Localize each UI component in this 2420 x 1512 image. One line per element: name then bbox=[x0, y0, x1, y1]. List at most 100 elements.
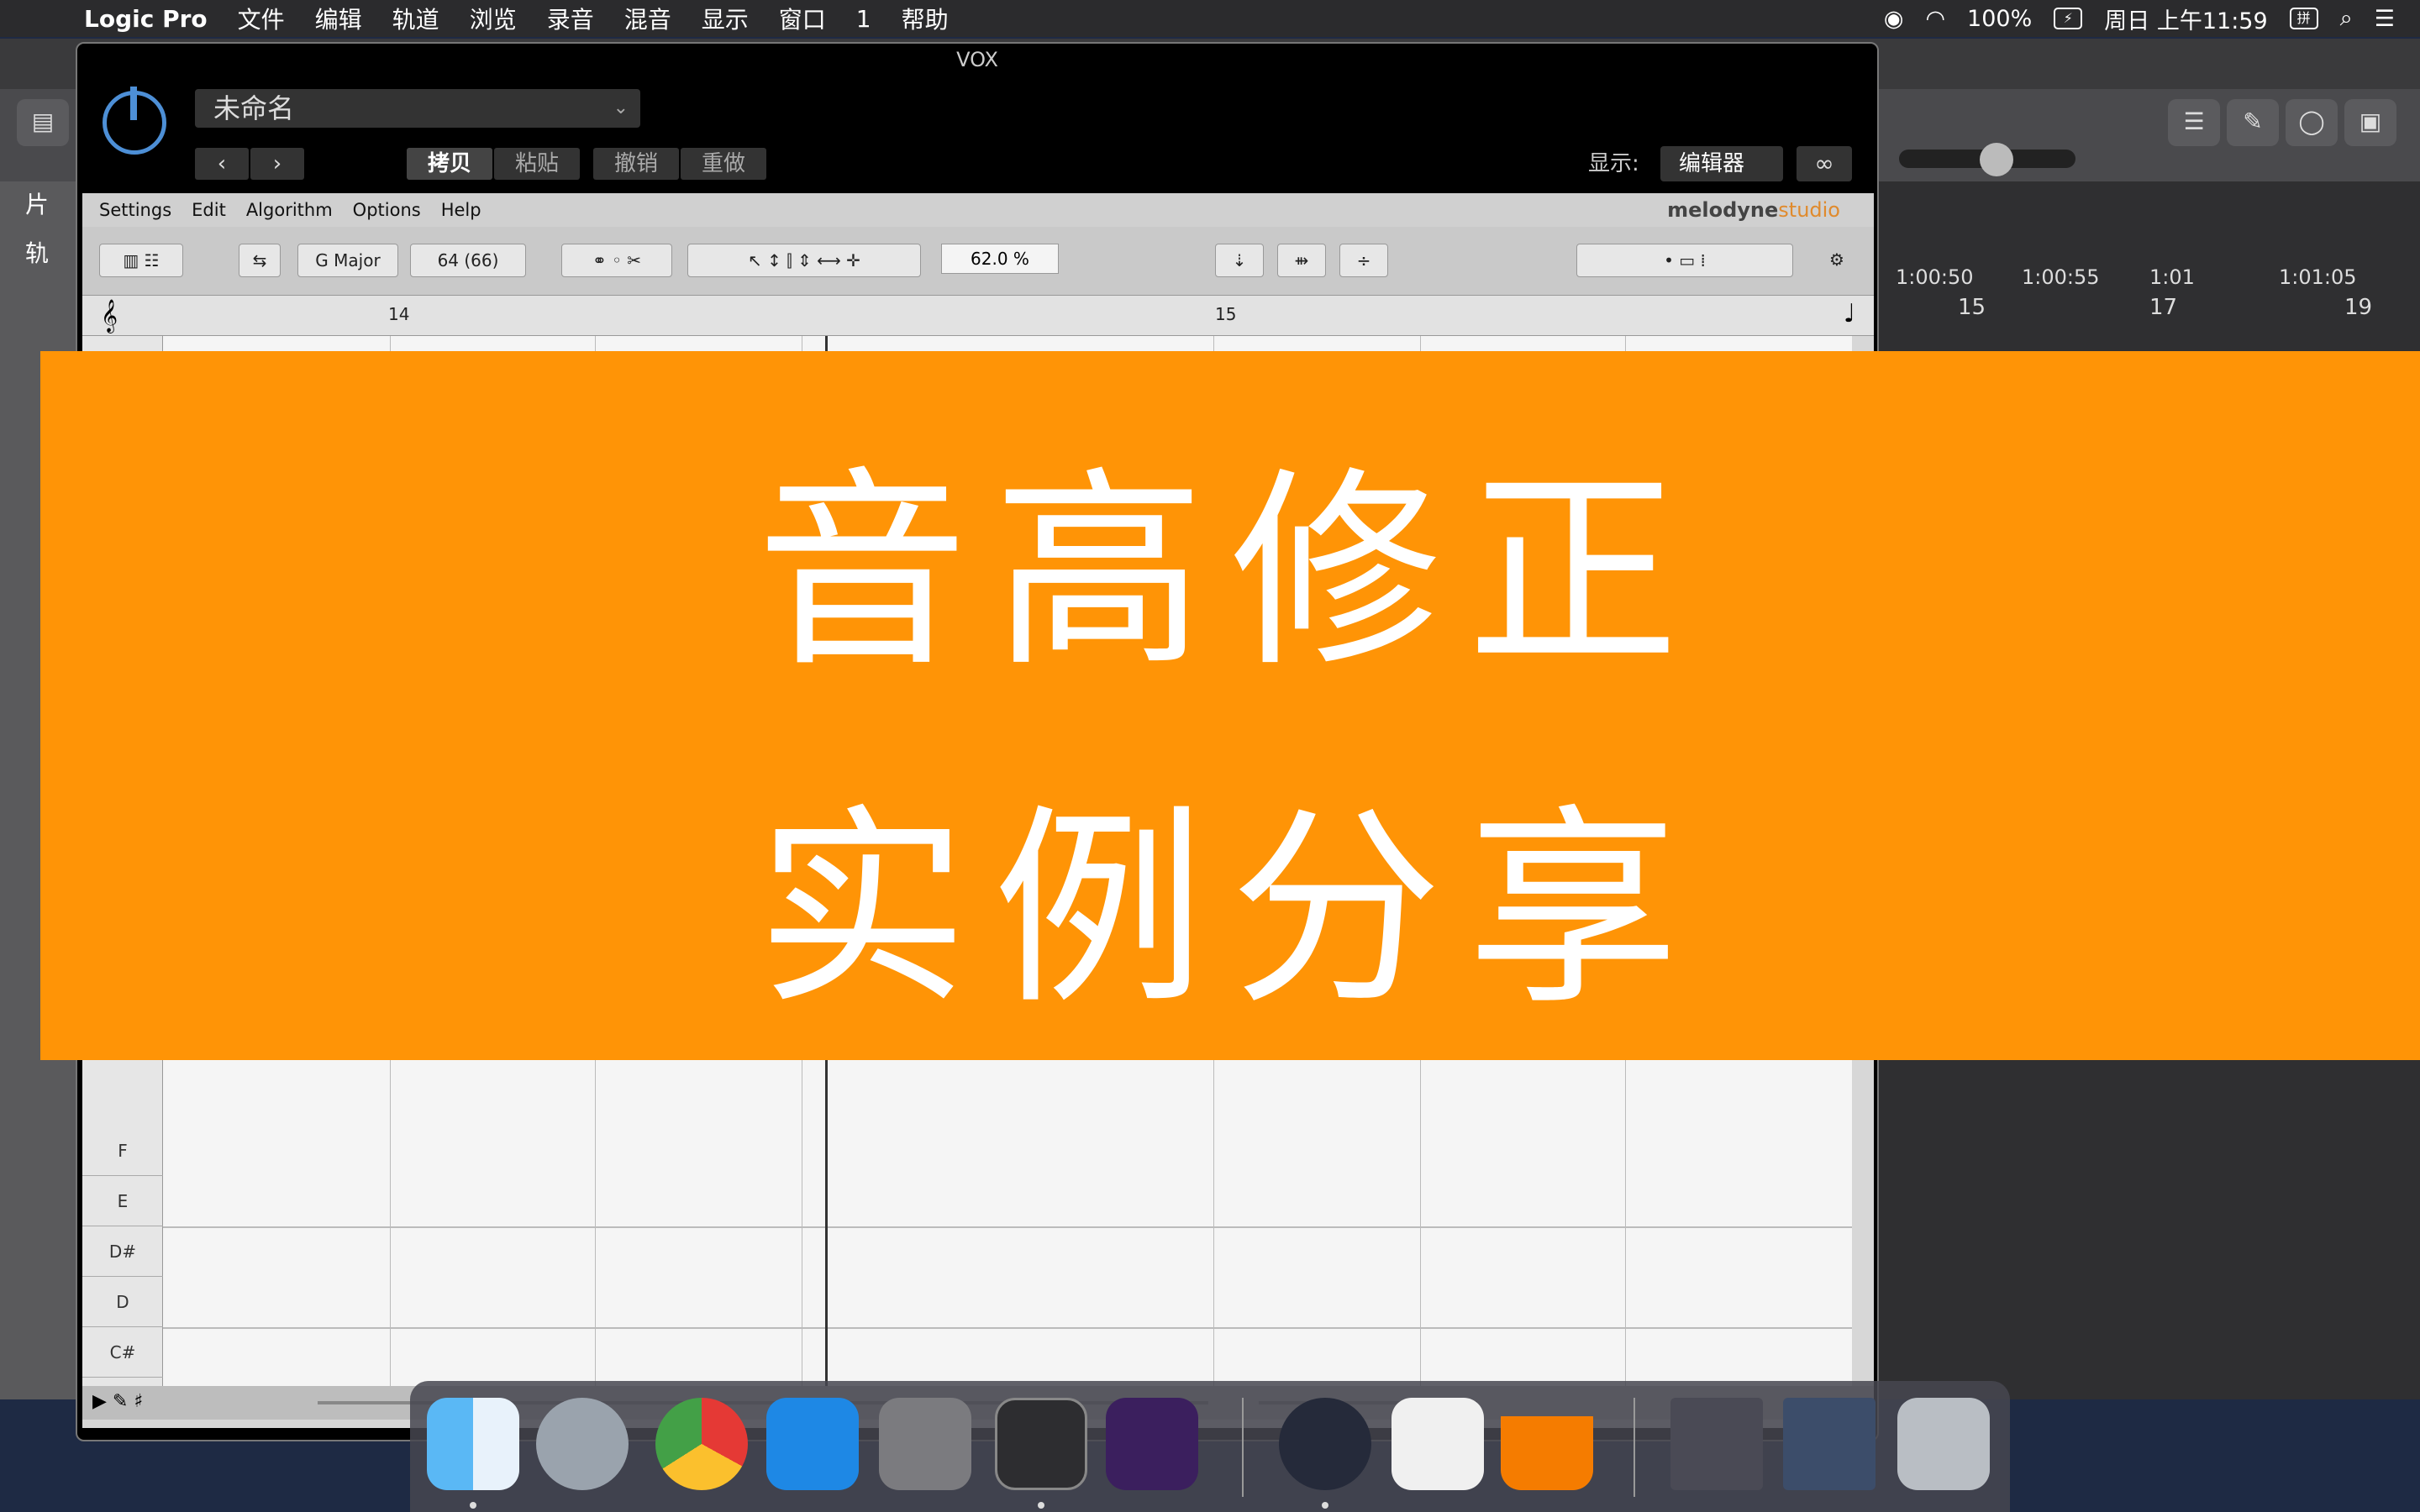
menu-algorithm[interactable]: Algorithm bbox=[246, 200, 333, 220]
obs-status-icon[interactable]: ◉ bbox=[1884, 6, 1904, 32]
piano-key[interactable]: F bbox=[82, 1126, 163, 1176]
zoom-slider[interactable]: • ▭ ⁞ bbox=[1576, 244, 1793, 277]
redo-button[interactable]: 重做 bbox=[681, 148, 766, 180]
input-method-icon[interactable]: 拼 bbox=[2289, 8, 2318, 29]
settings-gear-icon[interactable]: ⚙ bbox=[1822, 244, 1852, 277]
undo-button[interactable]: 撤销 bbox=[593, 148, 679, 180]
dock-separator bbox=[1242, 1398, 1244, 1497]
menu-app-name[interactable]: Logic Pro bbox=[84, 5, 208, 33]
menu-edit[interactable]: 编辑 bbox=[315, 2, 362, 35]
bar-number: 14 bbox=[388, 304, 410, 324]
link-icon[interactable]: ∞ bbox=[1797, 146, 1852, 181]
melodyne-ruler: 𝄞 14 15 ♩ bbox=[82, 296, 1874, 336]
power-icon[interactable] bbox=[103, 87, 166, 155]
master-volume-knob[interactable] bbox=[1980, 143, 2013, 176]
menu-options[interactable]: Options bbox=[353, 200, 421, 220]
time-label: 1:00:55 bbox=[2022, 265, 2100, 289]
edit-tools-icon[interactable]: ↖ ↕ ⫿ ⇕ ⟷ ✛ bbox=[687, 244, 921, 277]
key-field[interactable]: G Major bbox=[297, 244, 398, 277]
link-app-icon[interactable] bbox=[1392, 1398, 1484, 1490]
plugin-title: VOX bbox=[956, 48, 998, 71]
correct-pitch-icon[interactable]: ⇣ bbox=[1215, 244, 1264, 277]
menu-bar: Logic Pro 文件 编辑 轨道 浏览 录音 混音 显示 窗口 1 帮助 ◉… bbox=[0, 0, 2420, 37]
battery-icon[interactable]: ⚡ bbox=[2054, 8, 2083, 29]
menu-track[interactable]: 轨道 bbox=[392, 2, 439, 35]
launchpad-icon[interactable] bbox=[536, 1398, 629, 1490]
chevron-down-icon: ⌄ bbox=[613, 97, 629, 118]
scale-icon[interactable]: ⇆ bbox=[239, 244, 281, 277]
menu-view[interactable]: 显示 bbox=[702, 2, 749, 35]
menu-window[interactable]: 窗口 bbox=[779, 2, 826, 35]
library-icon[interactable]: ▤ bbox=[17, 99, 69, 146]
menu-browse[interactable]: 浏览 bbox=[470, 2, 517, 35]
piano-key[interactable]: E bbox=[82, 1176, 163, 1226]
view-toggle-icon[interactable]: ▥ ☷ bbox=[99, 244, 183, 277]
title-banner: 音高修正 实例分享 bbox=[40, 351, 2420, 1060]
pitch-line bbox=[163, 1226, 1852, 1228]
banner-title: 音高修正 bbox=[755, 449, 1704, 696]
wifi-icon[interactable]: ◠ bbox=[1925, 6, 1945, 32]
inspector-region-header[interactable]: 片 bbox=[25, 186, 49, 220]
paste-button[interactable]: 粘贴 bbox=[494, 148, 580, 180]
treble-clef-icon[interactable]: 𝄞 bbox=[101, 299, 118, 333]
zoom-field[interactable]: 62.0 % bbox=[941, 244, 1059, 274]
screenshot-stack-icon[interactable] bbox=[1783, 1398, 1876, 1490]
loop-browser-icon[interactable]: ◯ bbox=[2286, 99, 2338, 146]
inspector-track-header[interactable]: 轨 bbox=[25, 235, 49, 269]
banner-subtitle: 实例分享 bbox=[755, 787, 1704, 1033]
next-preset-button[interactable]: › bbox=[250, 148, 304, 180]
running-indicator bbox=[1038, 1502, 1044, 1509]
logic-pro-icon[interactable] bbox=[995, 1398, 1087, 1490]
list-editors-icon[interactable]: ☰ bbox=[2168, 99, 2220, 146]
finder-icon[interactable] bbox=[427, 1398, 519, 1490]
preset-select[interactable]: 未命名 ⌄ bbox=[195, 89, 640, 128]
menu-one[interactable]: 1 bbox=[856, 5, 871, 33]
menu-help[interactable]: Help bbox=[441, 200, 481, 220]
preset-value: 未命名 bbox=[213, 92, 295, 124]
previous-preset-button[interactable]: ‹ bbox=[195, 148, 249, 180]
dock-separator bbox=[1634, 1398, 1635, 1497]
menu-mix[interactable]: 混音 bbox=[624, 2, 671, 35]
system-preferences-icon[interactable] bbox=[879, 1398, 971, 1490]
running-indicator bbox=[470, 1502, 476, 1509]
logo-main: melodyne bbox=[1667, 198, 1779, 222]
trash-icon[interactable] bbox=[1897, 1398, 1990, 1490]
piano-key[interactable]: D bbox=[82, 1277, 163, 1327]
vlc-icon[interactable] bbox=[1501, 1398, 1593, 1490]
note-pad-icon[interactable]: ✎ bbox=[2227, 99, 2279, 146]
quantize-time-icon[interactable]: ⇻ bbox=[1277, 244, 1326, 277]
battery-percent: 100% bbox=[1967, 5, 2033, 32]
note-icon[interactable]: ♩ bbox=[1844, 299, 1855, 328]
melodyne-toolbar: ▥ ☷ ⇆ G Major 64 (66) ⚭ ◦ ✂ ↖ ↕ ⫿ ⇕ ⟷ ✛ … bbox=[82, 227, 1874, 296]
menu-settings[interactable]: Settings bbox=[99, 200, 171, 220]
piano-key[interactable]: D# bbox=[82, 1226, 163, 1277]
time-label: 1:01 bbox=[2149, 265, 2195, 289]
bar-number: 15 bbox=[1215, 304, 1237, 324]
clock[interactable]: 周日 上午11:59 bbox=[2104, 3, 2267, 35]
bottom-tools-icon[interactable]: ▶ ✎ ♯ bbox=[92, 1391, 143, 1412]
bar-label: 15 bbox=[1958, 295, 1986, 320]
bar-label: 19 bbox=[2344, 295, 2373, 320]
bar-label: 17 bbox=[2149, 295, 2178, 320]
app-store-icon[interactable] bbox=[766, 1398, 859, 1490]
show-select[interactable]: 编辑器 bbox=[1660, 146, 1783, 181]
search-icon[interactable]: ⌕ bbox=[2340, 5, 2353, 32]
split-icon[interactable]: ÷ bbox=[1339, 244, 1388, 277]
blob-tools-icon[interactable]: ⚭ ◦ ✂ bbox=[561, 244, 672, 277]
menu-file[interactable]: 文件 bbox=[238, 2, 285, 35]
tempo-field[interactable]: 64 (66) bbox=[410, 244, 526, 277]
copy-button[interactable]: 拷贝 bbox=[407, 148, 492, 180]
downloads-stack-icon[interactable] bbox=[1670, 1398, 1763, 1490]
control-center-icon[interactable]: ☰ bbox=[2375, 6, 2395, 32]
menu-help[interactable]: 帮助 bbox=[902, 2, 949, 35]
media-browser-icon[interactable]: ▣ bbox=[2344, 99, 2396, 146]
dock bbox=[410, 1381, 2010, 1512]
menu-record[interactable]: 录音 bbox=[547, 2, 594, 35]
time-label: 1:01:05 bbox=[2279, 265, 2357, 289]
obs-icon[interactable] bbox=[1279, 1398, 1371, 1490]
piano-key[interactable]: C# bbox=[82, 1327, 163, 1378]
melodyne-logo: melodynestudio bbox=[1667, 198, 1840, 222]
menu-edit[interactable]: Edit bbox=[192, 200, 226, 220]
chrome-icon[interactable] bbox=[655, 1398, 748, 1490]
pro-tools-icon[interactable] bbox=[1106, 1398, 1198, 1490]
